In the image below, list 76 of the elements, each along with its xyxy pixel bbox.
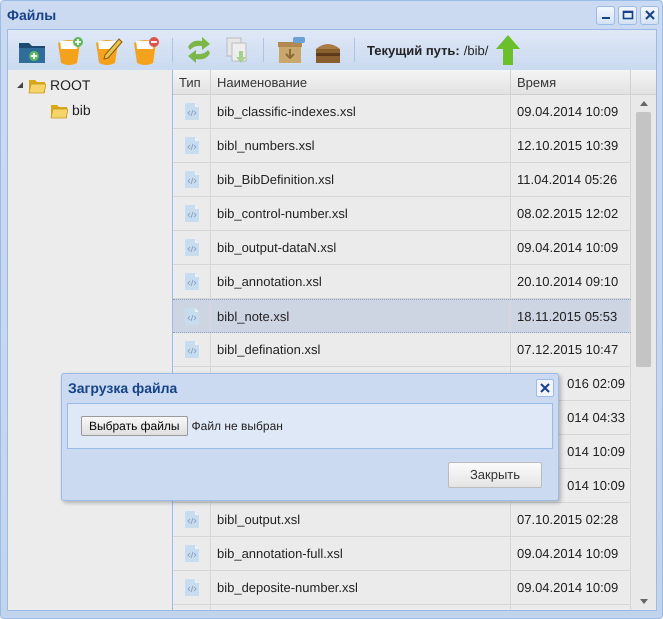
xsl-file-icon <box>182 306 200 326</box>
close-dialog-button[interactable]: Закрыть <box>448 462 542 488</box>
choose-files-button[interactable]: Выбрать файлы <box>81 416 188 436</box>
file-delete-icon <box>131 35 161 65</box>
expanded-arrow-icon[interactable] <box>16 80 24 88</box>
file-time: 11.04.2014 05:26 <box>517 172 618 187</box>
file-name: bibl_note.xsl <box>217 308 290 324</box>
file-name: bib_output-dataN.xsl <box>217 240 336 255</box>
table-row[interactable]: bib_annotation.xsl 20.10.2014 09:10 <box>173 265 631 299</box>
xsl-file-icon <box>182 238 200 257</box>
xsl-file-icon <box>182 510 200 529</box>
file-time: 12.10.2015 10:39 <box>517 138 618 153</box>
file-name: bib_BibDefinition.xsl <box>217 172 334 187</box>
archive-box-icon <box>275 35 305 65</box>
dialog-title: Загрузка файла <box>68 380 178 396</box>
file-name: bib_control-number.xsl <box>217 206 348 221</box>
file-add-icon <box>55 35 85 65</box>
file-name: bib_deposite-number.xsl <box>217 580 358 595</box>
file-time: 09.04.2014 10:09 <box>517 580 618 595</box>
column-header[interactable]: Тип <box>173 70 211 94</box>
file-time: 014 10:09 <box>567 478 625 493</box>
column-header[interactable]: Наименование <box>211 70 511 94</box>
table-row[interactable]: bibl_numbers.xsl 12.10.2015 10:39 <box>173 129 631 163</box>
path-label: Текущий путь: <box>367 42 460 58</box>
file-name: bib_annotation-full.xsl <box>217 546 343 561</box>
file-time: 016 02:09 <box>567 376 625 391</box>
scroll-up-icon[interactable] <box>640 101 648 106</box>
selected-row[interactable]: bibl_note.xsl 18.11.2015 05:53 <box>173 299 631 333</box>
up-arrow-icon <box>495 34 522 66</box>
table-row[interactable]: bib_classific-indexes.xsl 09.04.2014 10:09 <box>173 95 631 129</box>
file-time: 07.12.2015 10:47 <box>517 342 618 357</box>
file-time: 18.11.2015 05:53 <box>517 308 618 324</box>
file-time: 08.02.2015 12:02 <box>517 206 618 221</box>
xsl-file-icon <box>182 578 200 597</box>
xsl-file-icon <box>182 102 200 121</box>
table-row[interactable]: bibl_defination.xsl 07.12.2015 10:47 <box>173 333 631 367</box>
table-row[interactable]: bib_deposite-number.xsl 09.04.2014 10:09 <box>173 571 631 605</box>
xsl-file-icon <box>182 204 200 223</box>
file-time: 09.04.2014 10:09 <box>517 240 618 255</box>
xsl-file-icon <box>182 544 200 563</box>
current-path: /bib/ <box>464 42 488 58</box>
scroll-down-icon[interactable] <box>640 599 648 604</box>
xsl-file-icon <box>182 170 200 189</box>
file-time: 09.04.2014 10:09 <box>517 104 618 119</box>
xsl-file-icon <box>182 340 200 359</box>
file-name: bibl_output.xsl <box>217 512 300 527</box>
column-header[interactable]: Время <box>511 70 631 94</box>
maximize-icon <box>622 9 634 21</box>
file-name: bib_classific-indexes.xsl <box>217 104 356 119</box>
close-icon <box>644 9 656 21</box>
file-name: bibl_numbers.xsl <box>217 138 315 153</box>
file-time: 014 04:33 <box>567 410 625 425</box>
window-title: Файлы <box>7 7 56 23</box>
file-name: bibl_defination.xsl <box>217 342 320 357</box>
minimize-icon <box>602 17 610 19</box>
tree-item[interactable]: ROOT <box>50 76 90 92</box>
file-name: bib_annotation.xsl <box>217 274 322 289</box>
table-row[interactable]: bibl_output.xsl 07.10.2015 02:28 <box>173 503 631 537</box>
table-row[interactable]: bib_output-dataN.xsl 09.04.2014 10:09 <box>173 231 631 265</box>
file-status: Файл не выбран <box>192 419 283 433</box>
file-time: 07.10.2015 02:28 <box>517 512 618 527</box>
close-icon <box>539 382 551 394</box>
maximize-button[interactable] <box>618 6 637 24</box>
file-time: 20.10.2014 09:10 <box>517 274 618 289</box>
file-input-field[interactable]: Выбрать файлы Файл не выбран <box>67 403 553 449</box>
table-row[interactable]: bib_annotation-full.xsl 09.04.2014 10:09 <box>173 537 631 571</box>
tree-item[interactable]: bib <box>72 102 91 118</box>
xsl-file-icon <box>182 272 200 291</box>
xsl-file-icon <box>182 136 200 155</box>
table-row[interactable]: bib_control-number.xsl 08.02.2015 12:02 <box>173 197 631 231</box>
file-time: 014 10:09 <box>567 444 625 459</box>
minimize-button[interactable] <box>596 6 615 24</box>
table-row[interactable]: bib_BibDefinition.xsl 11.04.2014 05:26 <box>173 163 631 197</box>
file-time: 09.04.2014 10:09 <box>517 546 618 561</box>
close-button[interactable] <box>536 378 554 396</box>
close-button[interactable] <box>640 6 659 24</box>
